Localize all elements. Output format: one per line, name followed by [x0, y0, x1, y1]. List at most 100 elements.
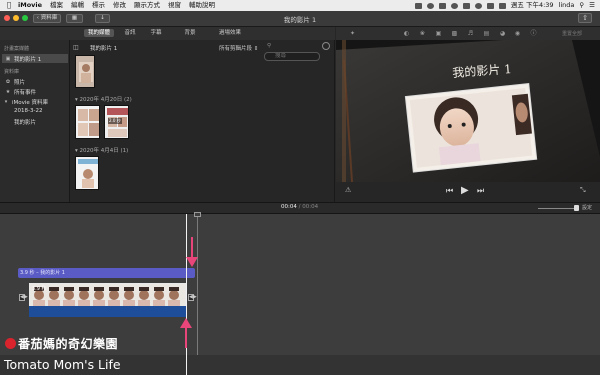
- tab-audio[interactable]: 音訊: [120, 29, 140, 37]
- sidebar-item-event-2018-3-22[interactable]: 2018-3-22: [14, 108, 42, 114]
- color-balance-icon[interactable]: ◐: [403, 30, 410, 37]
- apple-menu-icon[interactable]: : [4, 0, 14, 11]
- star-icon: ★: [5, 89, 11, 95]
- sidebar-item-my-movie[interactable]: 我的影片: [14, 118, 36, 126]
- zoom-window-icon[interactable]: [22, 15, 28, 21]
- sidebar-item-label: 我的影片 1: [14, 56, 42, 63]
- microphone-icon[interactable]: ⚠: [345, 186, 351, 194]
- status-icon[interactable]: [438, 2, 446, 9]
- media-thumbnail[interactable]: [75, 55, 95, 88]
- date-group-count: (1): [120, 148, 129, 154]
- minimize-window-icon[interactable]: [13, 15, 19, 21]
- movie-viewer[interactable]: 我的影片 1: [336, 40, 600, 182]
- tab-titles[interactable]: 字幕: [146, 29, 166, 37]
- fullscreen-icon[interactable]: ⤡: [580, 186, 586, 195]
- magic-wand-icon[interactable]: ✦: [349, 30, 356, 37]
- play-icon[interactable]: ▶: [461, 185, 469, 196]
- sidebar-item-imovie-library[interactable]: ▾ iMovie 資料庫: [3, 98, 48, 106]
- down-arrow-icon: [186, 237, 198, 267]
- tab-transitions[interactable]: 過場效果: [215, 29, 245, 37]
- projects-header: 計畫案媒體: [4, 46, 30, 52]
- back-to-library-button[interactable]: ‹ 資料庫: [33, 14, 61, 23]
- menu-mark[interactable]: 標示: [88, 0, 109, 11]
- sidebar-item-label: iMovie 資料庫: [12, 100, 49, 106]
- photo-icon: ✿: [5, 79, 11, 85]
- back-button-label: 資料庫: [40, 15, 58, 21]
- up-arrow-icon: [180, 318, 192, 348]
- title-clip[interactable]: 3.9 秒 – 我的影片 1: [18, 268, 195, 278]
- import-button[interactable]: ↓: [95, 14, 110, 23]
- color-correction-icon[interactable]: ❀: [419, 30, 426, 37]
- media-browser-toggle-button[interactable]: ▦: [66, 14, 83, 23]
- noise-reduction-icon[interactable]: ▤: [483, 30, 490, 37]
- menu-file[interactable]: 檔案: [46, 0, 67, 11]
- status-icon[interactable]: [462, 2, 470, 9]
- menu-window[interactable]: 視窗: [164, 0, 185, 11]
- menu-help[interactable]: 輔助說明: [185, 0, 219, 11]
- wifi-icon[interactable]: [474, 2, 482, 9]
- tab-backgrounds[interactable]: 背景: [180, 29, 200, 37]
- time-separator: /: [298, 204, 301, 210]
- crop-icon[interactable]: ▣: [435, 30, 442, 37]
- stabilization-icon[interactable]: ▩: [451, 30, 458, 37]
- previous-frame-icon[interactable]: ⏮: [446, 186, 453, 196]
- search-icon: ⚲: [267, 43, 272, 49]
- share-icon: ⇧: [582, 14, 588, 22]
- date-group-header[interactable]: ▾ 2020年 4月20日 (2): [75, 95, 132, 103]
- menu-modify[interactable]: 修改: [109, 0, 130, 11]
- zoom-slider-track[interactable]: [538, 208, 578, 209]
- zoom-slider-handle[interactable]: [574, 205, 579, 211]
- sidebar-item-all-events[interactable]: ★ 所有事件: [5, 88, 36, 96]
- thumbnail-duration: 2.0 秒: [108, 118, 122, 124]
- clip-filter-icon[interactable]: ◉: [514, 30, 521, 37]
- clip-filter-select[interactable]: 所有剪輯片段 ⇕: [219, 44, 258, 52]
- disclosure-triangle-icon[interactable]: ▾: [3, 99, 9, 105]
- sidebar-item-photos[interactable]: ✿ 照片: [5, 78, 25, 86]
- video-clip-filmstrip: [30, 284, 185, 307]
- status-icon[interactable]: [414, 2, 422, 9]
- media-thumbnail[interactable]: 2.0 秒: [104, 105, 129, 139]
- user-name[interactable]: linda: [559, 0, 575, 11]
- speed-icon[interactable]: ◕: [499, 30, 506, 37]
- browser-settings-icon[interactable]: [322, 42, 330, 50]
- status-icon[interactable]: [450, 2, 458, 9]
- volume-icon[interactable]: [486, 2, 494, 9]
- list-icon[interactable]: ☰: [589, 0, 595, 11]
- search-input[interactable]: [264, 51, 320, 61]
- next-frame-icon[interactable]: ⏭: [477, 186, 484, 196]
- sidebar-item-project[interactable]: ▣ 我的影片 1: [2, 54, 68, 63]
- media-thumbnail[interactable]: [75, 105, 100, 139]
- media-tabs-bar: [0, 27, 335, 40]
- info-icon[interactable]: ⓘ: [530, 30, 537, 37]
- chevron-updown-icon: ⇕: [253, 46, 259, 52]
- clip-trim-handle-left[interactable]: ◀▶: [19, 294, 28, 301]
- viewer-frame-art: [336, 40, 600, 182]
- search-icon[interactable]: ⚲: [579, 0, 584, 11]
- status-icon[interactable]: [426, 2, 434, 9]
- window-controls: [4, 15, 28, 21]
- timeline-settings-button[interactable]: 設定: [582, 204, 592, 211]
- volume-icon[interactable]: ♬: [467, 30, 474, 37]
- menu-bar:  iMovie 檔案 編輯 標示 修改 顯示方式 視窗 輔助說明 週五 下午4…: [0, 0, 600, 11]
- disclosure-triangle-icon: ▾: [75, 97, 78, 103]
- close-window-icon[interactable]: [4, 15, 10, 21]
- menu-app-name[interactable]: iMovie: [14, 0, 46, 11]
- skimmer-line: [197, 214, 198, 355]
- current-time: 00:04: [281, 204, 297, 210]
- tab-my-media[interactable]: 我的媒體: [84, 29, 114, 37]
- clock[interactable]: 週五 下午4:39: [511, 0, 554, 11]
- total-time: 00:04: [302, 204, 319, 210]
- share-button[interactable]: ⇧: [578, 13, 592, 23]
- tomato-logo-icon: [5, 338, 16, 349]
- media-thumbnail[interactable]: [75, 156, 99, 190]
- import-arrow-icon: ↓: [100, 15, 105, 21]
- photo-thumbnail-image: [76, 56, 94, 87]
- reset-all-button[interactable]: 重置全部: [562, 30, 582, 37]
- date-group-header[interactable]: ▾ 2020年 4月4日 (1): [75, 146, 128, 154]
- menu-edit[interactable]: 編輯: [67, 0, 88, 11]
- clip-trim-handle-right[interactable]: ◀▶: [188, 294, 197, 301]
- battery-icon[interactable]: [498, 2, 506, 9]
- menu-view[interactable]: 顯示方式: [130, 0, 164, 11]
- skimmer-handle[interactable]: [194, 212, 201, 217]
- sidebar-toggle-icon[interactable]: ◫: [73, 44, 79, 51]
